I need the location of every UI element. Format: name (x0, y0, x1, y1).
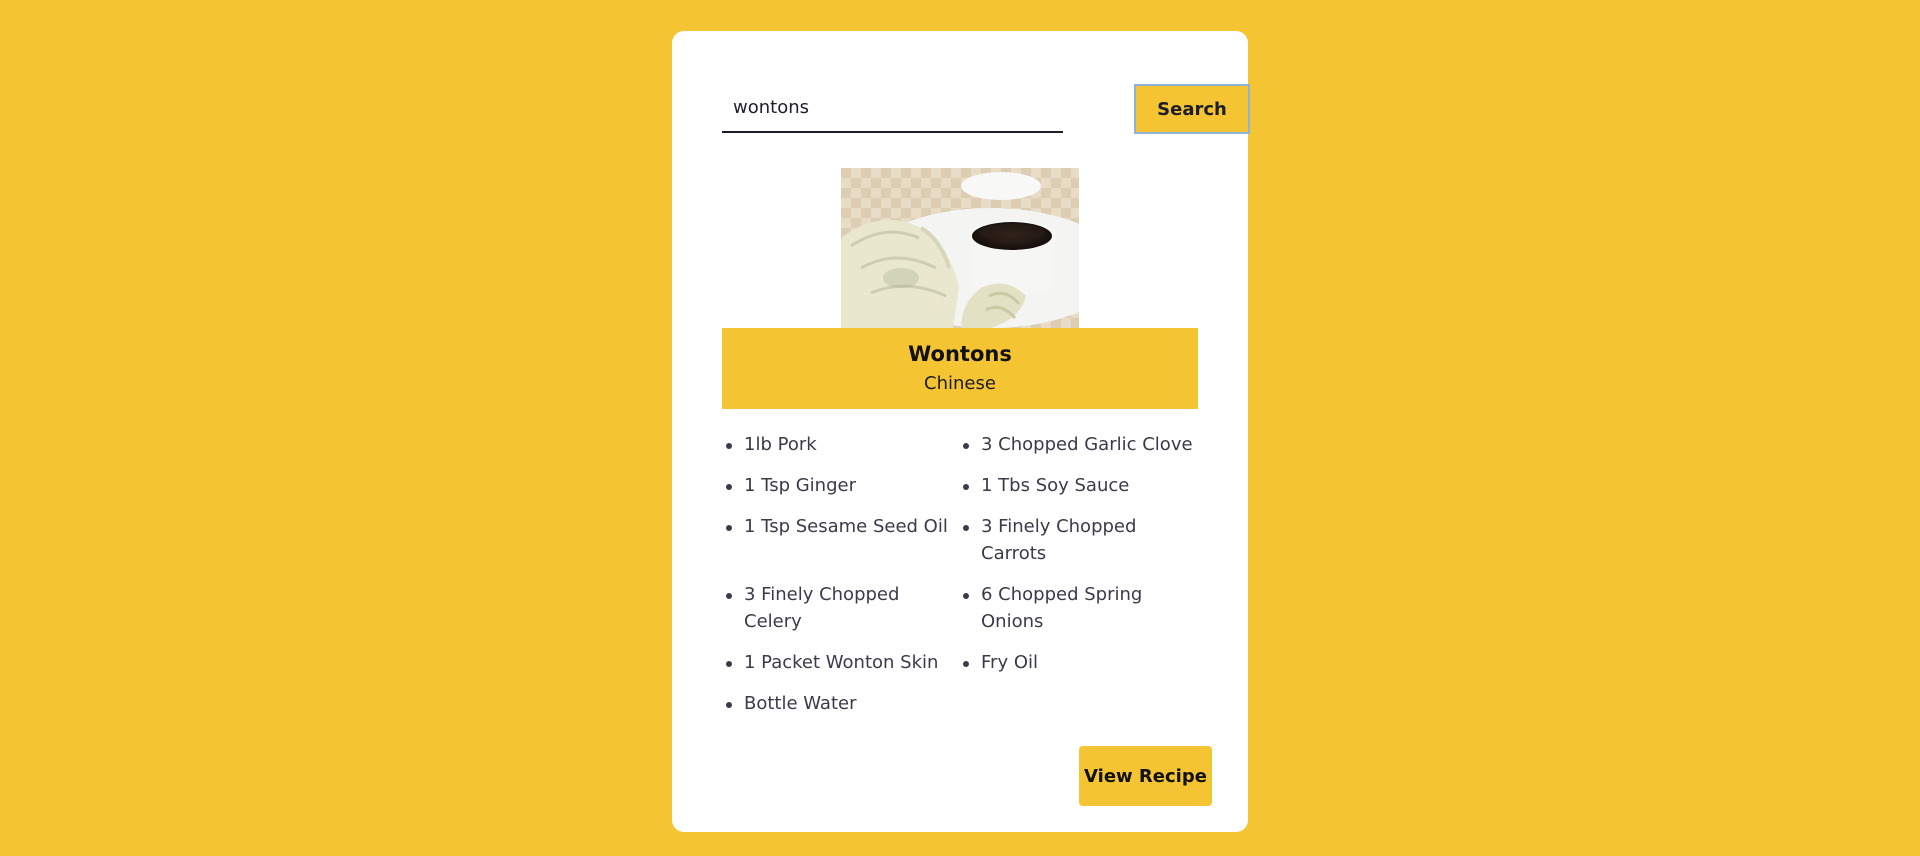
ingredient-item: 1 Tsp Ginger (722, 472, 959, 499)
ingredient-item: 1lb Pork (722, 431, 959, 458)
ingredient-item: 3 Finely Chopped Carrots (959, 513, 1202, 567)
ingredient-item: Fry Oil (959, 649, 1202, 676)
ingredient-list: 1lb Pork 3 Chopped Garlic Clove 1 Tsp Gi… (722, 431, 1202, 717)
recipe-cuisine: Chinese (924, 373, 996, 394)
ingredient-item: 3 Finely Chopped Celery (722, 581, 959, 635)
ingredient-item: 1 Tbs Soy Sauce (959, 472, 1202, 499)
recipe-image (841, 168, 1079, 328)
view-recipe-button[interactable]: View Recipe (1079, 746, 1212, 806)
ingredient-item: 1 Tsp Sesame Seed Oil (722, 513, 959, 567)
ingredient-item: 6 Chopped Spring Onions (959, 581, 1202, 635)
recipe-card: Search (672, 31, 1250, 832)
search-bar: Search (722, 83, 1250, 134)
ingredient-item: Bottle Water (722, 690, 959, 717)
ingredient-item: 3 Chopped Garlic Clove (959, 431, 1202, 458)
ingredient-item: 1 Packet Wonton Skin (722, 649, 959, 676)
search-button[interactable]: Search (1134, 84, 1250, 134)
recipe-title: Wontons (908, 342, 1012, 366)
search-input[interactable] (722, 83, 1063, 133)
recipe-header: Wontons Chinese (722, 328, 1198, 409)
